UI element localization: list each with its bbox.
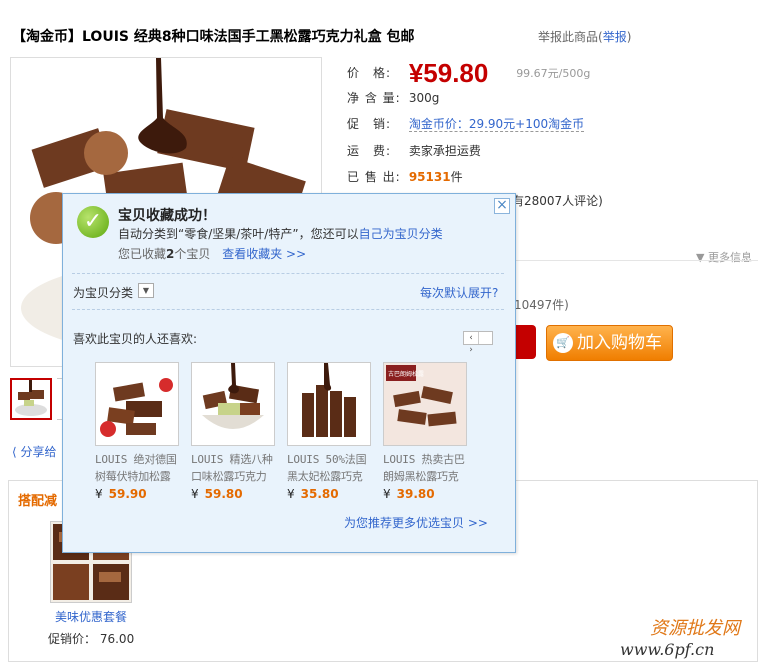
rec-image[interactable]: [287, 362, 371, 446]
watermark-title: 资源批发网: [650, 618, 740, 639]
rec-badge-text: 古巴朗姆松露: [388, 370, 424, 378]
rec-price-row: ¥35.80: [287, 487, 371, 501]
rec-name[interactable]: LOUIS 热卖古巴朗姆黑松露巧克: [383, 451, 467, 485]
net-row: 净 含 量: 300g: [347, 89, 439, 106]
also-like-label: 喜欢此宝贝的人还喜欢:: [73, 332, 198, 346]
prev-page-button[interactable]: ‹: [464, 332, 478, 344]
popup-divider-2: [72, 309, 504, 310]
popup-count-line: 您已收藏2个宝贝 查看收藏夹 >>: [118, 245, 306, 262]
rec-price-row: ¥39.80: [383, 487, 467, 501]
combo-name[interactable]: 美味优惠套餐: [55, 608, 127, 625]
shipping-row: 运 费: 卖家承担运费: [347, 142, 481, 159]
rec-image[interactable]: 古巴朗姆松露: [383, 362, 467, 446]
report-link[interactable]: 举报: [603, 30, 627, 44]
product-title: 【淘金币】LOUIS 经典8种口味法国手工黑松露巧克力礼盒 包邮: [12, 29, 415, 45]
rec-image[interactable]: [95, 362, 179, 446]
rec-price-row: ¥59.80: [191, 487, 275, 501]
sold-row: 已 售 出: 95131件: [347, 168, 463, 185]
rec-image[interactable]: [191, 362, 275, 446]
rec-price: 59.90: [108, 487, 147, 501]
popup-category-text: 自动分类到“零食/坚果/茶叶/特产”，您还可以: [118, 227, 359, 241]
rec-price: 35.80: [300, 487, 339, 501]
next-page-button[interactable]: ›: [464, 344, 478, 356]
report-link-wrap: 举报此商品(举报): [538, 28, 631, 45]
rec-name[interactable]: LOUIS 精选八种口味松露巧克力: [191, 451, 275, 485]
close-icon[interactable]: ×: [494, 198, 510, 214]
watermark-url: www.6pf.cn: [620, 640, 715, 659]
rec-item[interactable]: LOUIS 绝对德国树莓伏特加松露 ¥59.90: [95, 362, 179, 501]
net-label: 净 含 量:: [347, 91, 401, 105]
price-value: ¥59.80: [408, 58, 489, 88]
popup-divider-1: [72, 273, 504, 274]
share-icon: ⟨: [12, 445, 17, 459]
add-to-cart-label: 加入购物车: [577, 333, 662, 353]
deal-count-tail: 10497件): [514, 298, 569, 312]
price-row: 价 格: ¥59.80 99.67元/500g: [347, 58, 590, 89]
combo-price-row: 促销价： 76.00: [48, 630, 134, 647]
popup-count-prefix: 您已收藏: [118, 247, 167, 261]
rec-currency: ¥: [383, 487, 391, 501]
pager-divider: [478, 332, 479, 344]
thumbnail-1[interactable]: [10, 378, 52, 420]
rec-item[interactable]: LOUIS 50%法国黑太妃松露巧克 ¥35.80: [287, 362, 371, 501]
rec-item[interactable]: LOUIS 精选八种口味松露巧克力 ¥59.80: [191, 362, 275, 501]
category-label: 为宝贝分类: [73, 286, 134, 300]
net-value: 300g: [408, 91, 440, 105]
rec-currency: ¥: [95, 487, 103, 501]
buy-now-button[interactable]: [516, 325, 536, 359]
more-recommendations-link[interactable]: 为您推荐更多优选宝贝 >>: [344, 514, 488, 531]
report-suffix: ): [626, 30, 632, 44]
rec-currency: ¥: [287, 487, 295, 501]
rec-name[interactable]: LOUIS 50%法国黑太妃松露巧克: [287, 451, 371, 485]
promo-label: 促 销:: [347, 117, 392, 131]
combo-title: 搭配减: [18, 494, 58, 509]
share-button[interactable]: ⟨ 分享给: [12, 443, 57, 460]
sold-unit: 件: [450, 170, 463, 184]
cart-icon: 🛒: [553, 333, 573, 353]
combo-price-value: 76.00: [99, 632, 135, 646]
promo-value[interactable]: 淘金币价：29.90元+100淘金币: [408, 117, 585, 132]
rec-price: 59.80: [204, 487, 243, 501]
popup-category-line: 自动分类到“零食/坚果/茶叶/特产”，您还可以自己为宝贝分类: [118, 225, 443, 242]
comment-count-tail[interactable]: 有28007人评论): [512, 192, 603, 209]
popup-count-suffix: 个宝贝: [174, 247, 211, 261]
sold-value: 95131: [408, 170, 451, 184]
rec-item[interactable]: 古巴朗姆松露 LOUIS 热卖古巴朗姆黑松露巧克 ¥39.80: [383, 362, 467, 501]
self-categorize-link[interactable]: 自己为宝贝分类: [359, 227, 443, 241]
combo-price-label: 促销价：: [48, 632, 97, 646]
promo-row: 促 销: 淘金币价：29.90元+100淘金币: [347, 115, 585, 132]
price-label: 价 格:: [347, 66, 392, 80]
check-icon: ✓: [77, 206, 109, 238]
expand-default-link[interactable]: 每次默认展开?: [420, 284, 498, 301]
rec-pager: ‹›: [463, 331, 493, 355]
more-info-toggle[interactable]: ▼ 更多信息: [696, 249, 752, 265]
report-prefix: 举报此商品(: [538, 30, 603, 44]
shipping-value: 卖家承担运费: [408, 144, 481, 158]
share-label: 分享给: [20, 445, 57, 459]
add-to-cart-button[interactable]: 🛒 加入购物车: [546, 325, 673, 361]
rec-name[interactable]: LOUIS 绝对德国树莓伏特加松露: [95, 451, 179, 485]
price-per-unit: 99.67元/500g: [516, 67, 591, 80]
sold-label: 已 售 出:: [347, 170, 401, 184]
rec-price-row: ¥59.90: [95, 487, 179, 501]
shipping-label: 运 费:: [347, 144, 392, 158]
rec-currency: ¥: [191, 487, 199, 501]
view-favorites-link[interactable]: 查看收藏夹 >>: [222, 247, 306, 261]
rec-price: 39.80: [396, 487, 435, 501]
popup-title: 宝贝收藏成功！: [118, 208, 216, 224]
chevron-down-icon[interactable]: ▼: [138, 283, 154, 298]
